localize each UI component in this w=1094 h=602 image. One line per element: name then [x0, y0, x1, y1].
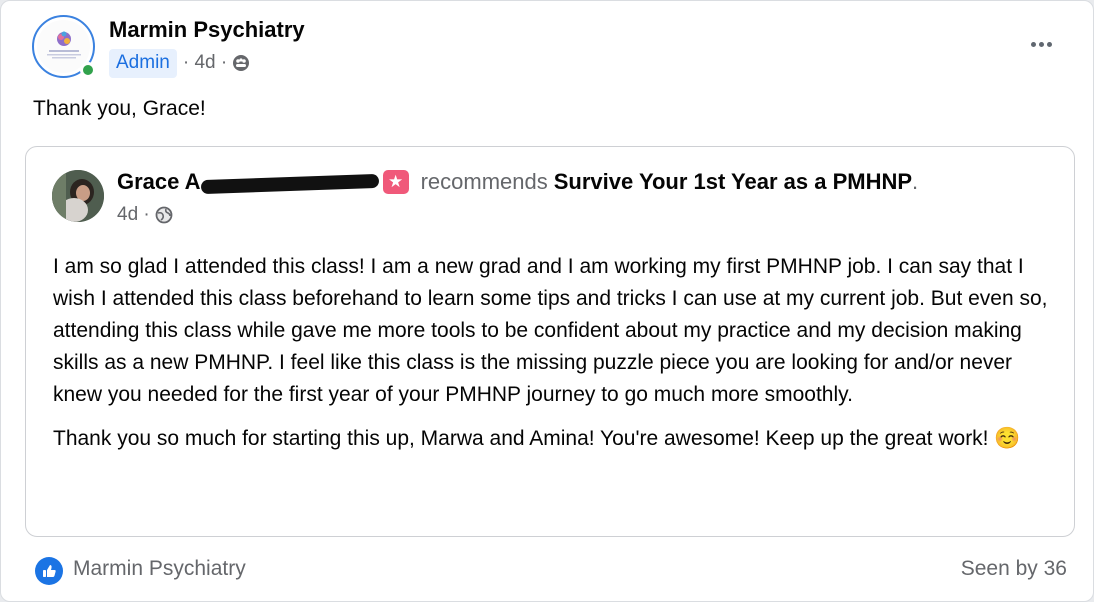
seen-by-count[interactable]: Seen by 36 [961, 557, 1067, 581]
group-audience-icon [233, 55, 250, 71]
online-status-dot [80, 62, 96, 78]
more-dot-icon [1046, 41, 1052, 47]
recommend-star-icon: ★ [382, 170, 409, 194]
recommendation-header: Grace A ★ recommends Survive Your 1st Ye… [117, 169, 918, 195]
globe-icon [155, 206, 173, 224]
recommendation-timestamp[interactable]: 4d · [117, 204, 150, 226]
page-avatar[interactable] [32, 15, 96, 78]
post-timestamp[interactable]: · 4d · [183, 52, 227, 74]
recommended-page-link[interactable]: Survive Your 1st Year as a PMHNP [554, 169, 912, 195]
reviewer-name[interactable]: Grace A [117, 169, 201, 195]
more-dot-icon [1030, 41, 1036, 47]
redaction-mark [200, 173, 379, 195]
thumbs-up-icon [43, 565, 56, 577]
post-card: Marmin Psychiatry Admin · 4d · Thank you… [0, 0, 1094, 602]
review-paragraph: I am so glad I attended this class! I am… [53, 255, 1048, 406]
more-dot-icon [1038, 41, 1044, 47]
review-text: I am so glad I attended this class! I am… [53, 251, 1053, 455]
recommendation-meta: 4d · [117, 204, 173, 226]
admin-badge: Admin [109, 48, 177, 78]
more-options-button[interactable] [1021, 31, 1061, 57]
reviewer-avatar[interactable] [52, 170, 104, 222]
post-meta: Admin · 4d · [109, 48, 250, 78]
like-icon[interactable] [35, 557, 63, 585]
recommendation-card[interactable]: Grace A ★ recommends Survive Your 1st Ye… [25, 146, 1075, 537]
post-author-name[interactable]: Marmin Psychiatry [109, 17, 305, 43]
post-text: Thank you, Grace! [33, 97, 206, 120]
recommendation-period: . [912, 169, 919, 194]
review-paragraph: Thank you so much for starting this up, … [53, 427, 1021, 450]
recommends-label: recommends [420, 169, 548, 194]
reactor-name[interactable]: Marmin Psychiatry [73, 557, 246, 581]
